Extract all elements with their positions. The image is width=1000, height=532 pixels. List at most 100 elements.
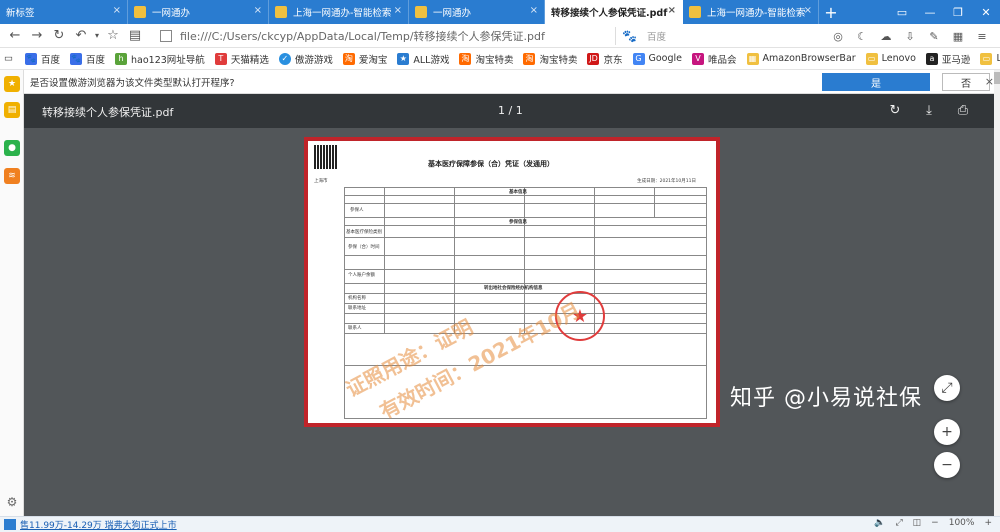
split-view-icon[interactable]: ◫	[913, 518, 922, 528]
night-mode-icon[interactable]: ☾	[852, 27, 872, 45]
scrollbar-thumb[interactable]	[994, 72, 1000, 84]
tab-new[interactable]: 新标签 ×	[0, 0, 128, 24]
tab-yiwangtongban-2[interactable]: 一网通办 ×	[409, 0, 545, 24]
bookmarks-toggle-icon[interactable]: ▭	[4, 53, 13, 64]
bookmark-item[interactable]: ★ ALL游戏	[397, 52, 449, 66]
page-indicator: 1 / 1	[498, 104, 523, 117]
bookmark-item[interactable]: 淘淘宝特卖	[459, 52, 513, 66]
bookmark-item[interactable]: G Google	[632, 52, 682, 65]
section-agency-info: 转出地社会保险经办机构信息	[484, 286, 543, 291]
close-tab-icon[interactable]: ×	[668, 5, 676, 16]
reader-icon[interactable]: ▤	[124, 25, 146, 47]
row-label: 基本医疗保险类别	[346, 230, 382, 235]
qr-code	[314, 145, 338, 169]
bookmark-item[interactable]: ▦ AmazonBrowserBar	[746, 52, 856, 65]
maxthon-tab-icon	[415, 6, 427, 18]
minimize-icon[interactable]: —	[916, 0, 944, 24]
download-icon[interactable]: ⤓	[920, 103, 938, 118]
bookmark-item[interactable]: ✓ 傲游游戏	[278, 52, 333, 66]
favorites-icon[interactable]: ★	[4, 76, 20, 92]
search-box[interactable]: 🐾 百度	[615, 27, 780, 45]
refresh-icon[interactable]: ↻	[48, 25, 70, 47]
zoom-in-button[interactable]: +	[934, 419, 960, 445]
bookmark-item[interactable]: 淘爱淘宝	[342, 52, 387, 66]
tile-icon[interactable]: ▭	[888, 0, 916, 24]
vertical-scrollbar[interactable]	[994, 70, 1000, 516]
bookmark-item[interactable]: ▭ Lenovo	[865, 52, 916, 65]
news-icon	[4, 519, 16, 530]
bookmark-star-icon[interactable]: ☆	[102, 25, 124, 47]
bookmark-item[interactable]: a 亚马逊	[925, 52, 970, 66]
section-basic-info: 基本信息	[509, 190, 527, 195]
fit-page-button[interactable]: ⤢	[934, 375, 960, 401]
fullscreen-icon[interactable]: ⤢	[895, 518, 902, 528]
maxthon-tab-icon	[134, 6, 146, 18]
no-button[interactable]: 否	[942, 73, 990, 91]
bookmark-item[interactable]: V 唯品会	[692, 52, 737, 66]
bookmark-item[interactable]: h hao123网址导航	[115, 52, 205, 66]
close-tab-icon[interactable]: ×	[254, 5, 262, 16]
bookmark-item[interactable]: 🐾 百度	[70, 52, 105, 66]
tab-search[interactable]: 上海一网通办-智能检索 ×	[269, 0, 409, 24]
bookmarks-bar: ▭ 🐾 百度 🐾 百度 h hao123网址导航 T 天猫精选 ✓ 傲游游戏 淘爱淘宝 ★…	[0, 48, 1000, 70]
undo-icon[interactable]: ↶	[70, 25, 92, 47]
close-tab-icon[interactable]: ×	[804, 5, 812, 16]
undo-dropdown-icon[interactable]: ▾	[92, 25, 102, 47]
wechat-icon[interactable]: ●	[4, 140, 20, 156]
cloud-icon[interactable]: ☁	[876, 27, 896, 45]
rss-icon[interactable]: ≋	[4, 168, 20, 184]
pdf-tools: ↻ ⤓ ⎙	[886, 103, 972, 118]
rotate-icon[interactable]: ↻	[886, 103, 904, 118]
tab-pdf[interactable]: 转移接续个人参保凭证.pdf ×	[545, 0, 683, 24]
zoom-level[interactable]: 100%	[949, 518, 975, 528]
zoom-minus-icon[interactable]: −	[931, 518, 939, 528]
status-right: 🔈 ⤢ ◫ − 100% +	[874, 518, 992, 528]
zoom-plus-icon[interactable]: +	[984, 518, 992, 528]
yes-button[interactable]: 是	[822, 73, 930, 91]
pdf-page: 基本医疗保障参保（合）凭证（发通用） 上海市 生成日期：2021年10月11日 …	[304, 137, 720, 427]
zoom-out-button[interactable]: −	[934, 452, 960, 478]
tab-search-2[interactable]: 上海一网通办-智能检索 ×	[683, 0, 819, 24]
news-link[interactable]: 售11.99万-14.29万 瑞弗大狗正式上市	[20, 518, 177, 531]
forward-icon[interactable]: →	[26, 25, 48, 47]
screenshot-icon[interactable]: ◎	[828, 27, 848, 45]
close-tab-icon[interactable]: ×	[394, 5, 402, 16]
volume-icon[interactable]: 🔈	[874, 518, 885, 528]
row-label: 个人账户余额	[348, 273, 375, 278]
bookmark-item[interactable]: JD 京东	[587, 52, 623, 66]
downloads-icon[interactable]: ⇩	[900, 27, 920, 45]
bookmark-item[interactable]: T 天猫精选	[214, 52, 269, 66]
pdf-title: 转移接续个人参保凭证.pdf	[42, 106, 174, 119]
new-tab-button[interactable]: +	[819, 0, 843, 24]
bookmark-item[interactable]: 🐾 百度	[24, 52, 60, 66]
menu-icon[interactable]: ≡	[972, 27, 992, 45]
window-controls: ▭ — ❐ ✕	[888, 0, 1000, 24]
tab-bar: 新标签 × 一网通办 × 上海一网通办-智能检索 × 一网通办 × 转移接续个人参保凭证…	[0, 0, 1000, 24]
toolbar-right: ◎ ☾ ☁ ⇩ ✎ ▦ ≡	[828, 27, 992, 45]
certificate-table: 基本信息 参保信息 转出地社会保险经办机构信息 参保人 基本医疗保险类别 参保（…	[344, 187, 707, 419]
notes-sidebar-icon[interactable]: ▤	[4, 102, 20, 118]
status-bar: 售11.99万-14.29万 瑞弗大狗正式上市 🔈 ⤢ ◫ − 100% +	[0, 516, 1000, 532]
notes-icon[interactable]: ✎	[924, 27, 944, 45]
close-tab-icon[interactable]: ×	[113, 5, 121, 16]
search-engine-icon[interactable]: 🐾	[622, 29, 637, 43]
close-window-icon[interactable]: ✕	[972, 0, 1000, 24]
bookmark-item[interactable]: 淘淘宝特卖	[523, 52, 577, 66]
close-infobar-icon[interactable]: ×	[985, 75, 994, 88]
address-bar[interactable]: file:///C:/Users/ckcyp/AppData/Local/Tem…	[160, 27, 610, 45]
row-label: 联系地址	[348, 306, 366, 311]
restore-icon[interactable]: ❐	[944, 0, 972, 24]
bookmark-item[interactable]: ▭Li	[980, 52, 1000, 65]
row-label: 参保人	[350, 208, 364, 213]
back-icon[interactable]: ←	[4, 25, 26, 47]
tab-yiwangtongban[interactable]: 一网通办 ×	[128, 0, 269, 24]
row-label: 机构名称	[348, 296, 366, 301]
left-sidebar: ★ ▤ ● ≋ ⚙	[0, 70, 24, 516]
document-region: 上海市	[314, 179, 328, 184]
settings-icon[interactable]: ⚙	[4, 494, 20, 510]
grid-icon[interactable]: ▦	[948, 27, 968, 45]
close-tab-icon[interactable]: ×	[530, 5, 538, 16]
print-icon[interactable]: ⎙	[954, 103, 972, 118]
document-title: 基本医疗保障参保（合）凭证（发通用）	[428, 160, 554, 168]
infobar-message: 是否设置傲游浏览器为该文件类型默认打开程序?	[30, 77, 235, 89]
